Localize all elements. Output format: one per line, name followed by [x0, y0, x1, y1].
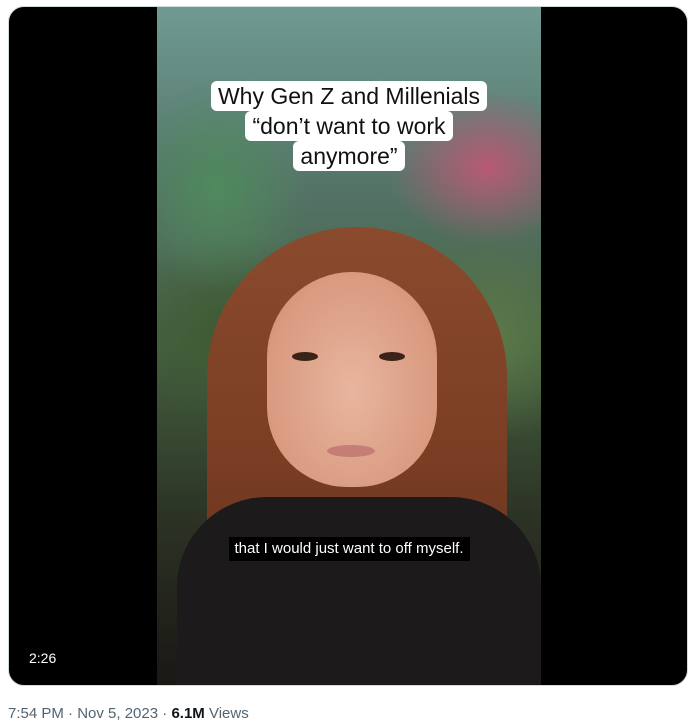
tweet-video-player[interactable]: Why Gen Z and Millenials “don’t want to … [8, 6, 688, 686]
video-title-line-3: anymore” [293, 141, 405, 171]
person-shirt [177, 497, 541, 685]
views-count: 6.1M [171, 705, 205, 722]
tweet-meta: 7:54 PM · Nov 5, 2023 · 6.1M Views [8, 704, 249, 724]
video-title-line-1: Why Gen Z and Millenials [210, 81, 488, 111]
video-frame[interactable]: Why Gen Z and Millenials “don’t want to … [157, 7, 541, 685]
video-duration-badge: 2:26 [22, 648, 64, 668]
tweet-timestamp-link[interactable]: 7:54 PM · Nov 5, 2023 [8, 705, 158, 722]
meta-separator: · [162, 705, 168, 722]
video-title-line-2: “don’t want to work [245, 111, 453, 141]
video-caption-text: that I would just want to off myself. [228, 537, 470, 561]
person-left-eye [292, 352, 318, 361]
person-lips [327, 445, 375, 457]
video-title-overlay: Why Gen Z and Millenials “don’t want to … [157, 81, 541, 171]
views-label: Views [208, 705, 249, 722]
person-right-eye [379, 352, 405, 361]
video-caption: that I would just want to off myself. [157, 537, 541, 561]
